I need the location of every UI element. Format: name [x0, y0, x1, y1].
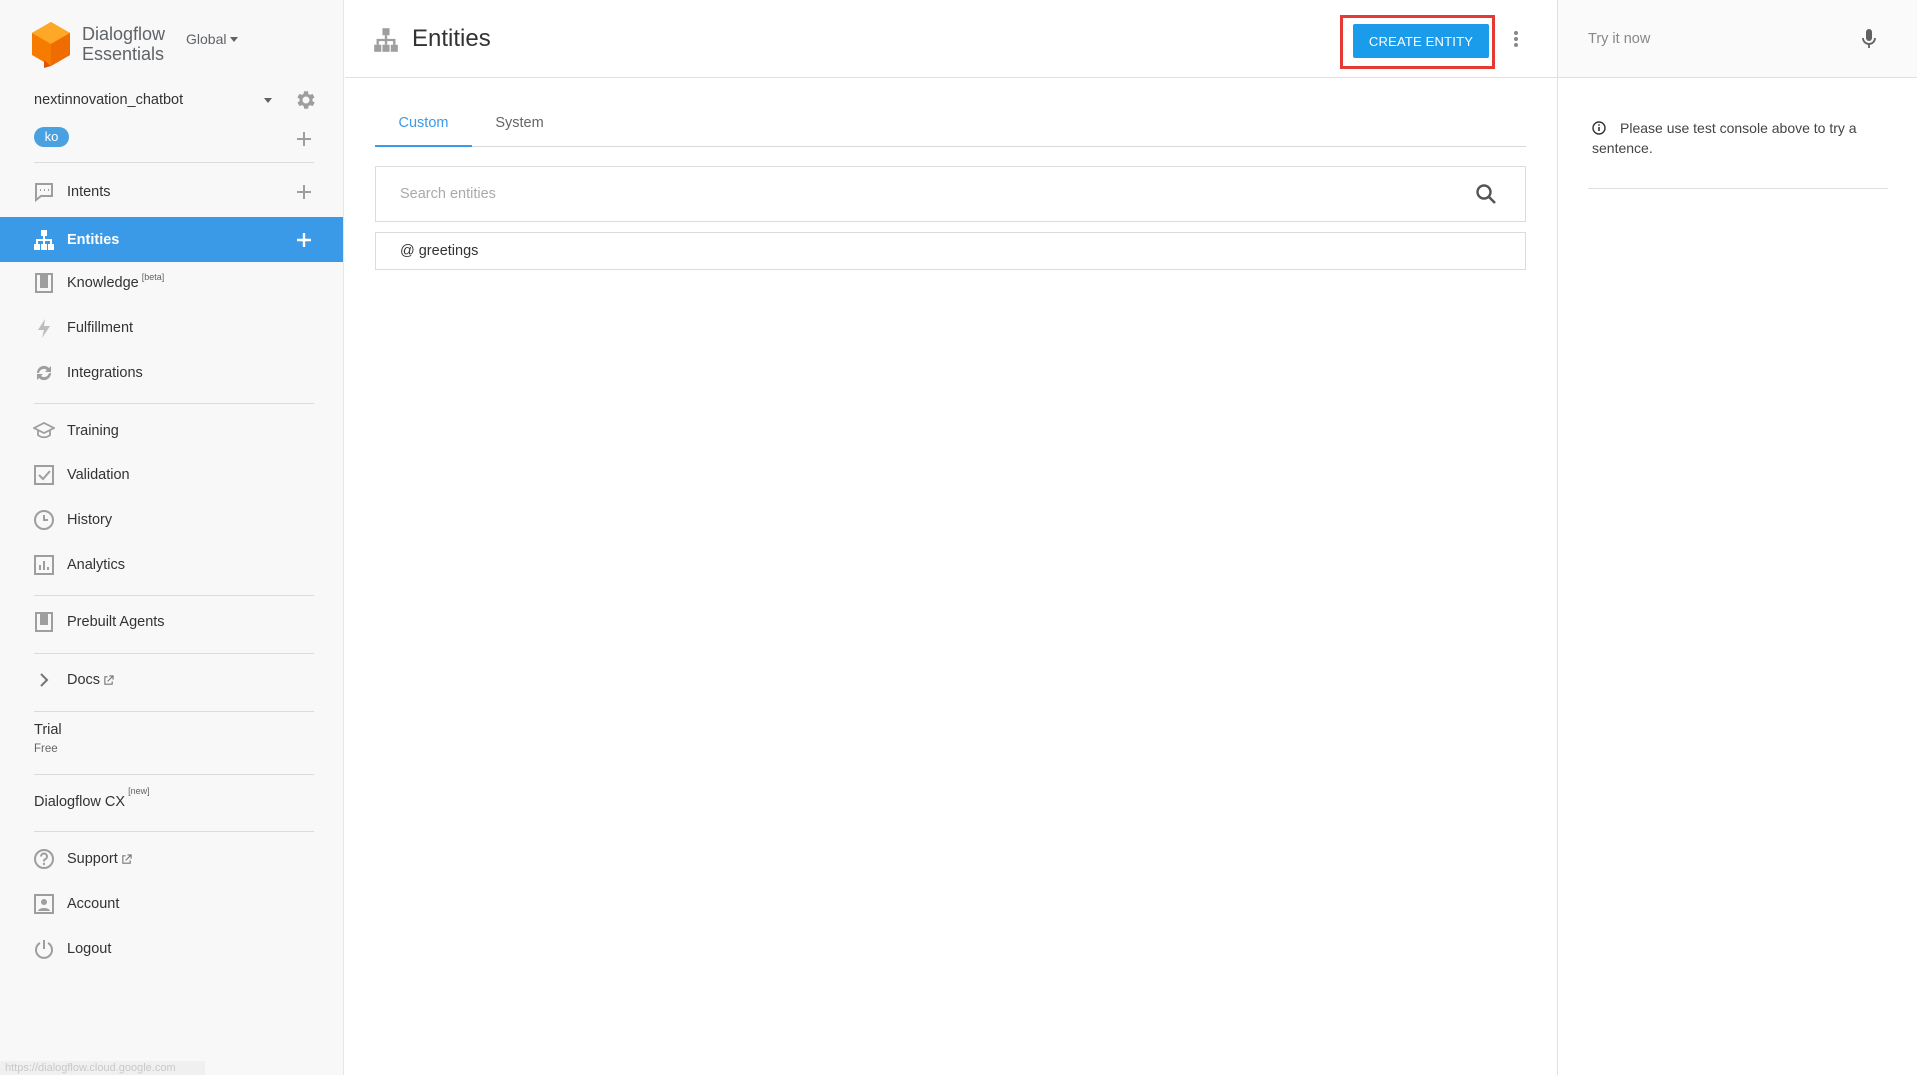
search-bar — [375, 166, 1526, 222]
page-title: Entities — [412, 25, 491, 52]
sidebar-item-analytics[interactable]: Analytics — [0, 544, 343, 586]
agent-name: nextinnovation_chatbot — [34, 92, 184, 108]
gear-icon[interactable] — [294, 88, 318, 112]
sidebar-item-label: Prebuilt Agents — [67, 614, 165, 630]
divider — [34, 653, 314, 654]
language-badge[interactable]: ko — [34, 127, 69, 147]
sidebar-item-logout[interactable]: Logout — [0, 928, 343, 970]
sidebar-item-label: Support — [67, 851, 118, 867]
beta-tag: [beta] — [141, 272, 165, 282]
try-it-now-input[interactable] — [1588, 25, 1838, 53]
add-intent-plus-icon[interactable] — [296, 184, 312, 200]
sidebar-item-label: Account — [67, 896, 120, 912]
sidebar-item-fulfillment[interactable]: Fulfillment — [0, 307, 343, 349]
brand[interactable]: Dialogflow Essentials — [30, 16, 165, 72]
brand-line-1: Dialogflow — [82, 24, 166, 44]
hint-text: Please use test console above to try a s… — [1592, 120, 1857, 156]
power-icon — [33, 938, 55, 960]
sidebar: Dialogflow Essentials Global nextinnovat… — [0, 0, 344, 1075]
divider — [34, 162, 314, 163]
sidebar-item-support[interactable]: Support — [0, 838, 343, 880]
cx-label: Dialogflow CX — [34, 793, 126, 810]
microphone-icon[interactable] — [1860, 28, 1878, 50]
sidebar-item-label: Knowledge — [67, 275, 139, 291]
sync-icon — [33, 362, 55, 384]
agent-selector[interactable]: nextinnovation_chatbot — [34, 88, 316, 112]
book-icon — [33, 272, 55, 294]
divider — [34, 831, 314, 832]
sidebar-item-validation[interactable]: Validation — [0, 454, 343, 496]
sidebar-item-label: Analytics — [67, 557, 126, 573]
divider — [34, 774, 314, 775]
sidebar-item-label: Validation — [67, 467, 130, 483]
info-icon — [1592, 121, 1606, 135]
sidebar-item-account[interactable]: Account — [0, 883, 343, 925]
bar-chart-icon — [33, 554, 55, 576]
sidebar-item-knowledge[interactable]: Knowledge [beta] — [0, 262, 343, 304]
brand-line-2: Essentials — [82, 44, 165, 64]
status-bar-url: https://dialogflow.cloud.google.com — [0, 1061, 205, 1075]
sidebar-item-history[interactable]: History — [0, 499, 343, 541]
entity-list-item[interactable]: @ greetings — [375, 232, 1526, 270]
tab-system[interactable]: System — [472, 98, 567, 147]
plan-info[interactable]: Trial Free — [34, 722, 62, 755]
plan-name: Trial — [34, 722, 62, 738]
dialogflow-logo-icon — [32, 22, 70, 68]
brand-name: Dialogflow Essentials — [82, 24, 165, 64]
plan-tier: Free — [34, 743, 58, 755]
lightning-bolt-icon — [33, 317, 55, 339]
sidebar-item-label: Docs — [67, 672, 101, 688]
entity-tabs: Custom System — [375, 98, 1526, 147]
divider — [1588, 188, 1888, 189]
dialogflow-cx-link[interactable]: Dialogflow CX[new] — [34, 786, 150, 810]
new-tag: [new] — [128, 786, 150, 796]
sidebar-item-label: Training — [67, 423, 119, 439]
test-console-panel: Please use test console above to try a s… — [1557, 0, 1917, 1075]
graduation-cap-icon — [33, 420, 55, 442]
more-options-icon[interactable] — [1510, 28, 1522, 50]
search-input[interactable] — [376, 167, 1466, 221]
sidebar-item-integrations[interactable]: Integrations — [0, 352, 343, 394]
try-it-now-bar — [1558, 0, 1917, 78]
checkbox-icon — [33, 464, 55, 486]
sidebar-item-docs[interactable]: Docs — [0, 659, 343, 701]
sidebar-item-entities[interactable]: Entities — [0, 217, 343, 262]
add-language-plus-icon[interactable] — [296, 131, 312, 147]
region-selector[interactable]: Global — [186, 31, 239, 47]
external-link-icon — [122, 853, 132, 864]
sidebar-item-label: Entities — [67, 231, 120, 248]
sidebar-item-label: Logout — [67, 941, 112, 957]
hierarchy-icon — [374, 28, 398, 52]
sidebar-item-label: Intents — [67, 184, 111, 200]
add-entity-plus-icon[interactable] — [296, 232, 312, 248]
sidebar-item-label: History — [67, 512, 113, 528]
divider — [34, 711, 314, 712]
main-content: Entities CREATE ENTITY Custom System @ g… — [345, 0, 1557, 1075]
divider — [34, 595, 314, 596]
account-box-icon — [33, 893, 55, 915]
help-circle-icon — [33, 848, 55, 870]
region-label: Global — [186, 31, 227, 47]
chevron-right-icon — [33, 669, 55, 691]
chat-bubble-icon — [33, 181, 55, 203]
clock-icon — [33, 509, 55, 531]
hierarchy-icon — [33, 229, 55, 251]
sidebar-item-training[interactable]: Training — [0, 410, 343, 452]
test-console-hint: Please use test console above to try a s… — [1592, 118, 1882, 158]
chevron-down-icon[interactable] — [264, 98, 272, 103]
create-entity-button[interactable]: CREATE ENTITY — [1353, 24, 1489, 58]
tab-custom[interactable]: Custom — [375, 98, 472, 147]
agent-template-icon — [33, 611, 55, 633]
page-header: Entities CREATE ENTITY — [345, 0, 1557, 78]
external-link-icon — [104, 674, 114, 685]
sidebar-item-prebuilt-agents[interactable]: Prebuilt Agents — [0, 601, 343, 643]
search-icon[interactable] — [1475, 183, 1497, 205]
sidebar-item-label: Integrations — [67, 365, 143, 381]
sidebar-item-label: Fulfillment — [67, 320, 134, 336]
chevron-down-icon — [230, 36, 239, 42]
sidebar-item-intents[interactable]: Intents — [0, 171, 343, 213]
divider — [34, 403, 314, 404]
